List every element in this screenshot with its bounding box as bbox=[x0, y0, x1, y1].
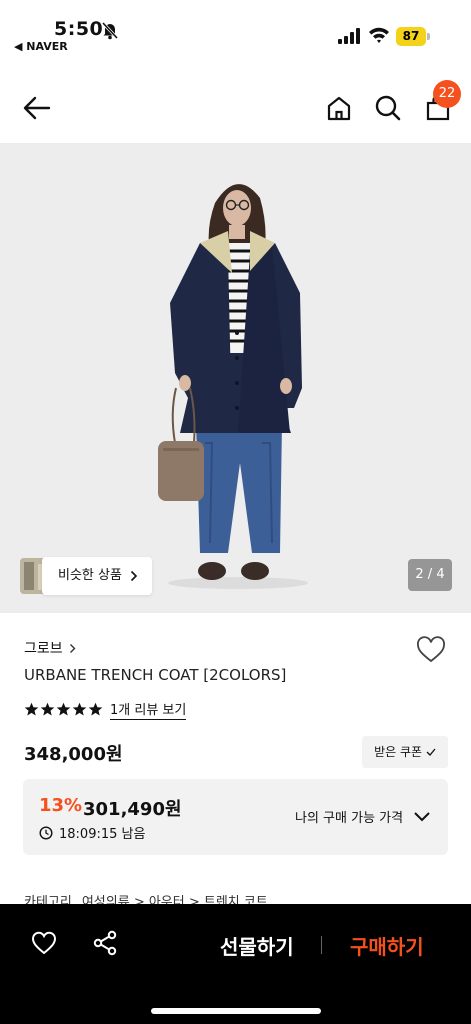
clock-icon bbox=[39, 825, 53, 840]
discount-panel[interactable]: 13% 301,490원 18:09:15 남음 나의 구매 가능 가격 bbox=[23, 779, 448, 855]
home-indicator bbox=[151, 1008, 321, 1014]
chevron-right-icon bbox=[130, 570, 138, 582]
coupon-label: 받은 쿠폰 bbox=[374, 745, 423, 759]
battery-cap bbox=[427, 33, 430, 40]
star-icon bbox=[88, 702, 103, 716]
wifi-icon bbox=[369, 27, 389, 43]
heart-icon[interactable] bbox=[31, 930, 57, 956]
bottom-action-bar: 선물하기 구매하기 bbox=[0, 904, 471, 1024]
discount-rate: 13% bbox=[39, 795, 83, 816]
home-icon[interactable] bbox=[325, 94, 353, 122]
star-icon bbox=[40, 702, 55, 716]
back-arrow-icon[interactable] bbox=[22, 94, 52, 122]
similar-products-label: 비슷한 상품 bbox=[58, 568, 122, 583]
product-photo bbox=[0, 143, 471, 613]
divider bbox=[321, 936, 322, 954]
discount-timer: 18:09:15 남음 bbox=[39, 823, 145, 842]
star-icon bbox=[72, 702, 87, 716]
cart-count-badge: 22 bbox=[433, 80, 461, 108]
top-navigation: 22 bbox=[0, 80, 471, 138]
image-counter: 2 / 4 bbox=[408, 559, 452, 591]
status-time: 5:50 bbox=[54, 18, 104, 40]
back-to-app-link[interactable]: ◀ NAVER bbox=[14, 40, 68, 53]
star-rating bbox=[24, 702, 103, 717]
brand-name: 그로브 bbox=[24, 641, 63, 657]
discount-price: 301,490원 bbox=[83, 799, 182, 820]
brand-link[interactable]: 그로브 bbox=[24, 638, 76, 658]
chevron-down-icon bbox=[414, 811, 430, 821]
battery-indicator: 87 bbox=[396, 27, 430, 46]
star-icon bbox=[56, 702, 71, 716]
star-icon bbox=[24, 702, 39, 716]
buy-button[interactable]: 구매하기 bbox=[350, 931, 424, 960]
check-icon bbox=[426, 748, 436, 756]
battery-level: 87 bbox=[396, 27, 426, 46]
share-icon[interactable] bbox=[92, 930, 118, 956]
product-image-carousel[interactable]: 비슷한 상품 2 / 4 bbox=[0, 143, 471, 613]
my-price-toggle[interactable]: 나의 구매 가능 가격 bbox=[295, 807, 431, 826]
my-price-label: 나의 구매 가능 가격 bbox=[295, 811, 404, 826]
similar-products-button[interactable]: 비슷한 상품 bbox=[42, 557, 152, 595]
coupon-button[interactable]: 받은 쿠폰 bbox=[362, 736, 448, 768]
product-title: URBANE TRENCH COAT [2COLORS] bbox=[24, 666, 287, 684]
product-price: 348,000원 bbox=[24, 744, 123, 765]
review-link[interactable]: 1개 리뷰 보기 bbox=[110, 699, 187, 720]
gift-button[interactable]: 선물하기 bbox=[220, 931, 294, 960]
chevron-right-icon bbox=[69, 643, 76, 653]
rating-row: 1개 리뷰 보기 bbox=[24, 699, 187, 720]
cellular-signal-icon bbox=[338, 28, 360, 44]
timer-text: 18:09:15 남음 bbox=[59, 827, 146, 842]
search-icon[interactable] bbox=[374, 94, 402, 122]
bell-muted-icon bbox=[101, 21, 119, 40]
wishlist-heart-icon[interactable] bbox=[416, 636, 446, 664]
status-bar: 5:50 ◀ NAVER 87 bbox=[0, 0, 471, 62]
